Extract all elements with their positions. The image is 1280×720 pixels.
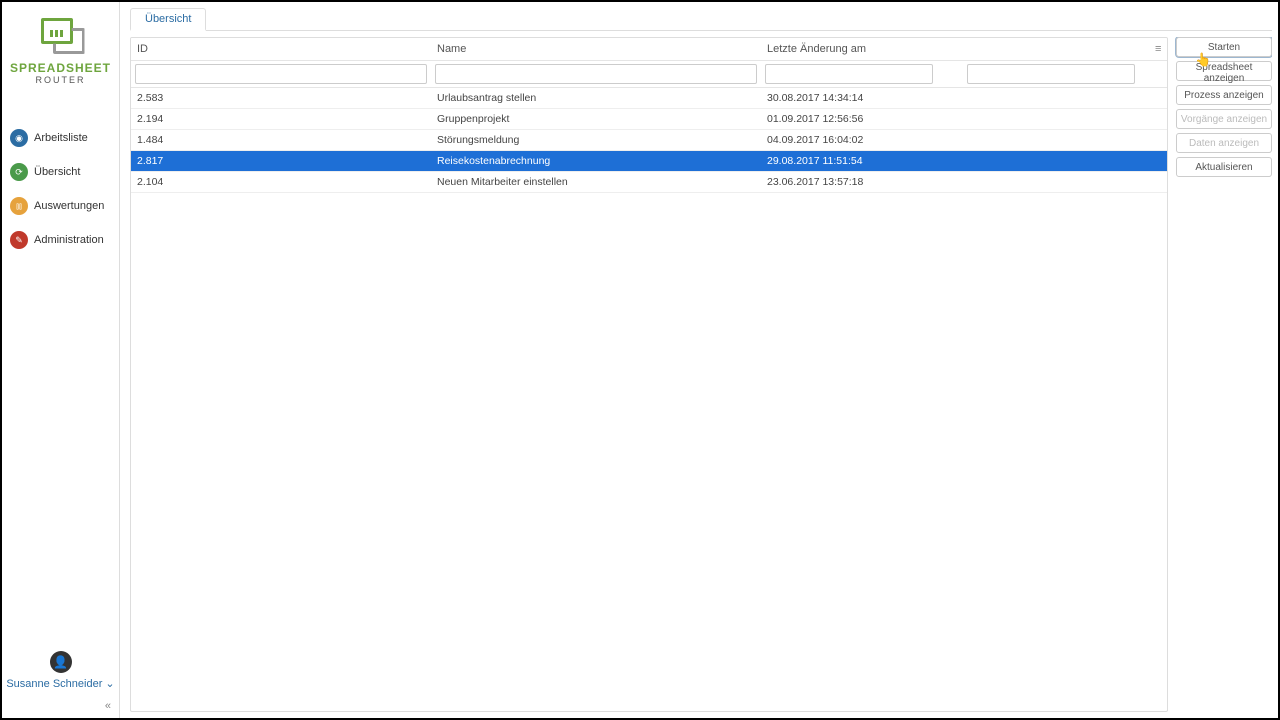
cell-date: 30.08.2017 14:34:14 bbox=[761, 88, 1167, 109]
table-row[interactable]: 1.484Störungsmeldung04.09.2017 16:04:02 bbox=[131, 130, 1167, 151]
cell-name: Urlaubsantrag stellen bbox=[431, 88, 761, 109]
cell-date: 04.09.2017 16:04:02 bbox=[761, 130, 1167, 151]
refresh-button[interactable]: Aktualisieren bbox=[1176, 157, 1272, 177]
nav-item-admin[interactable]: ✎ Administration bbox=[2, 223, 119, 257]
user-area: 👤 Susanne Schneider ⌄ bbox=[2, 643, 119, 694]
cell-name: Störungsmeldung bbox=[431, 130, 761, 151]
table-row[interactable]: 2.104Neuen Mitarbeiter einstellen23.06.2… bbox=[131, 172, 1167, 193]
filter-id-input[interactable] bbox=[135, 64, 427, 84]
nav-item-reports[interactable]: ⫾⫾ Auswertungen bbox=[2, 189, 119, 223]
worklist-icon: ◉ bbox=[10, 129, 28, 147]
cell-date: 23.06.2017 13:57:18 bbox=[761, 172, 1167, 193]
column-header-id[interactable]: ID bbox=[131, 38, 431, 61]
reports-icon: ⫾⫾ bbox=[10, 197, 28, 215]
cell-id: 2.583 bbox=[131, 88, 431, 109]
table-row[interactable]: 2.194Gruppenprojekt01.09.2017 12:56:56 bbox=[131, 109, 1167, 130]
tabs-bar: Übersicht bbox=[130, 8, 1272, 31]
show-data-button[interactable]: Daten anzeigen bbox=[1176, 133, 1272, 153]
nav-label-admin: Administration bbox=[34, 234, 104, 246]
nav-label-reports: Auswertungen bbox=[34, 200, 104, 212]
cell-date: 01.09.2017 12:56:56 bbox=[761, 109, 1167, 130]
column-header-date[interactable]: Letzte Änderung am bbox=[761, 38, 1149, 61]
cell-name: Gruppenprojekt bbox=[431, 109, 761, 130]
nav-label-overview: Übersicht bbox=[34, 166, 80, 178]
filter-row: 📅 📅 bbox=[131, 61, 1167, 88]
cell-name: Reisekostenabrechnung bbox=[431, 151, 761, 172]
data-grid: ID Name Letzte Änderung am ≡ 📅 bbox=[130, 37, 1168, 712]
start-button[interactable]: Starten bbox=[1176, 37, 1272, 57]
cell-date: 29.08.2017 11:51:54 bbox=[761, 151, 1167, 172]
filter-date-from-input[interactable] bbox=[765, 64, 933, 84]
chevron-down-icon: ⌄ bbox=[105, 678, 114, 690]
filter-name-input[interactable] bbox=[435, 64, 757, 84]
brand-title: SPREADSHEET bbox=[6, 61, 115, 75]
cell-id: 1.484 bbox=[131, 130, 431, 151]
table-row[interactable]: 2.583Urlaubsantrag stellen30.08.2017 14:… bbox=[131, 88, 1167, 109]
cell-name: Neuen Mitarbeiter einstellen bbox=[431, 172, 761, 193]
nav-item-overview[interactable]: ⟳ Übersicht bbox=[2, 155, 119, 189]
column-menu-button[interactable]: ≡ bbox=[1149, 38, 1167, 61]
main-area: Übersicht ID Name Letzte Änderung am ≡ bbox=[120, 2, 1278, 718]
nav-label-worklist: Arbeitsliste bbox=[34, 132, 88, 144]
column-header-name[interactable]: Name bbox=[431, 38, 761, 61]
cell-id: 2.817 bbox=[131, 151, 431, 172]
brand-subtitle: ROUTER bbox=[6, 75, 115, 85]
show-process-button[interactable]: Prozess anzeigen bbox=[1176, 85, 1272, 105]
user-name-dropdown[interactable]: Susanne Schneider ⌄ bbox=[6, 677, 115, 690]
collapse-icon: « bbox=[105, 700, 111, 712]
admin-icon: ✎ bbox=[10, 231, 28, 249]
nav-list: ◉ Arbeitsliste ⟳ Übersicht ⫾⫾ Auswertung… bbox=[2, 121, 119, 257]
action-panel: Starten Spreadsheet anzeigen Prozess anz… bbox=[1176, 37, 1272, 712]
sidebar: SPREADSHEET ROUTER ◉ Arbeitsliste ⟳ Über… bbox=[2, 2, 120, 718]
user-avatar-icon[interactable]: 👤 bbox=[50, 651, 72, 673]
user-name-label: Susanne Schneider bbox=[6, 678, 102, 690]
overview-icon: ⟳ bbox=[10, 163, 28, 181]
show-history-button[interactable]: Vorgänge anzeigen bbox=[1176, 109, 1272, 129]
sidebar-collapse-toggle[interactable]: « bbox=[2, 694, 119, 718]
brand-logo: SPREADSHEET ROUTER bbox=[2, 10, 119, 101]
filter-date-to-input[interactable] bbox=[967, 64, 1135, 84]
tab-overview[interactable]: Übersicht bbox=[130, 8, 206, 31]
cell-id: 2.194 bbox=[131, 109, 431, 130]
cell-id: 2.104 bbox=[131, 172, 431, 193]
nav-item-worklist[interactable]: ◉ Arbeitsliste bbox=[2, 121, 119, 155]
show-spreadsheet-button[interactable]: Spreadsheet anzeigen bbox=[1176, 61, 1272, 81]
brand-icon bbox=[37, 14, 85, 54]
table-row[interactable]: 2.817Reisekostenabrechnung29.08.2017 11:… bbox=[131, 151, 1167, 172]
